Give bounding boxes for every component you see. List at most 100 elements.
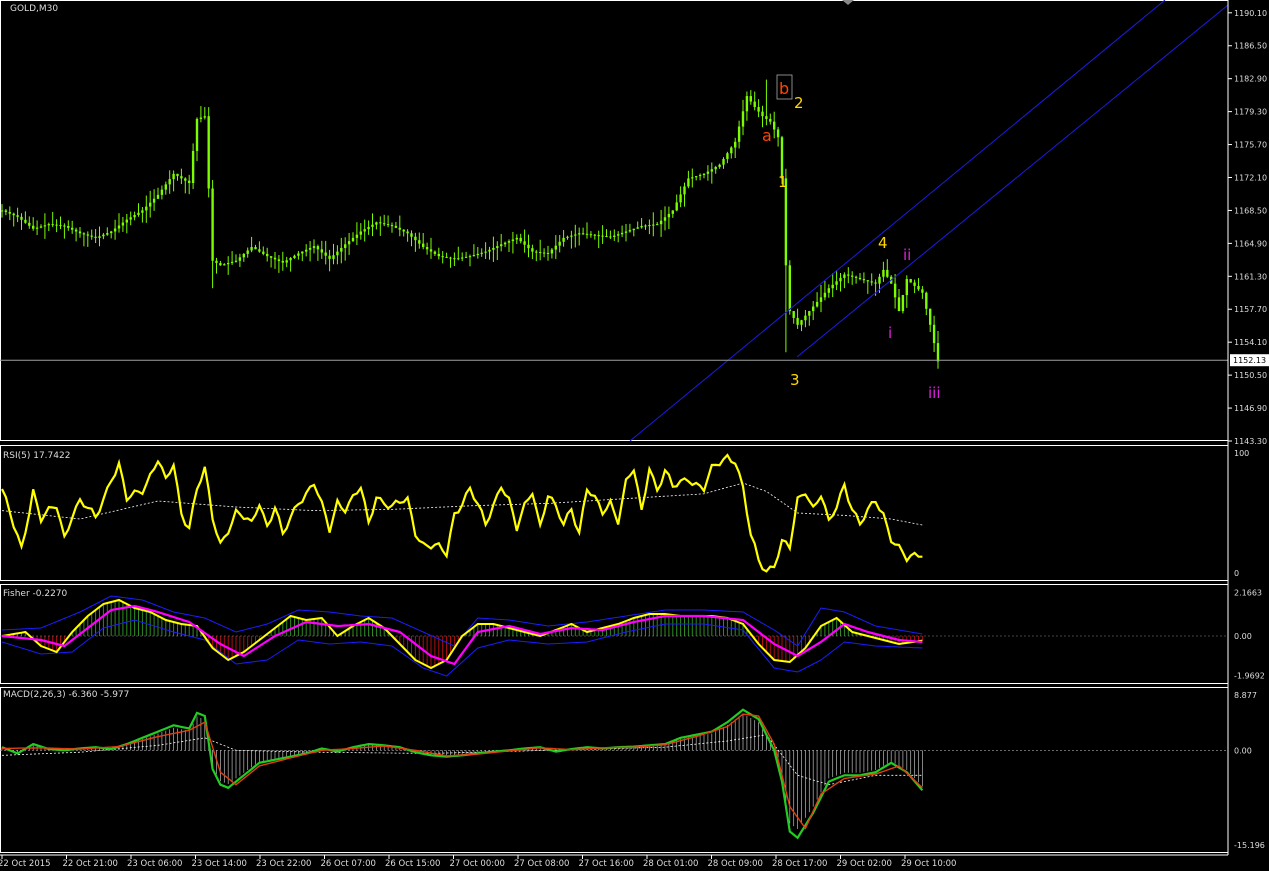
wave-ii-label: ii bbox=[903, 246, 911, 264]
channel-lower-line bbox=[796, 4, 1229, 358]
candle-body bbox=[82, 233, 86, 235]
time-tick-label: 27 Oct 16:00 bbox=[579, 859, 634, 867]
candle-body bbox=[301, 251, 304, 254]
candle-body bbox=[769, 118, 772, 122]
indicator-tick-label: 2.1663 bbox=[1234, 589, 1262, 598]
candle-body bbox=[78, 231, 82, 234]
candle-body bbox=[172, 173, 175, 180]
price-tick-label: 1186.50 bbox=[1234, 42, 1267, 51]
candle-body bbox=[776, 129, 780, 138]
candle-body bbox=[566, 236, 569, 238]
price-tick-label: 1161.30 bbox=[1234, 272, 1267, 281]
candle-body bbox=[523, 241, 526, 245]
candle-body bbox=[527, 244, 530, 249]
candle-body bbox=[640, 225, 643, 228]
candle-body bbox=[589, 234, 593, 236]
candle-body bbox=[156, 194, 160, 199]
time-tick-label: 29 Oct 02:00 bbox=[837, 859, 892, 867]
candle-body bbox=[312, 246, 316, 248]
chart-canvas[interactable]: 1190.10 1186.50 1182.90 1179.30 1175.70 1172.… bbox=[0, 0, 1269, 869]
candle-body bbox=[47, 224, 50, 226]
macd-panel bbox=[0, 708, 1228, 840]
candle-body bbox=[581, 233, 585, 235]
candle-body bbox=[854, 276, 858, 278]
candle-body bbox=[433, 251, 437, 254]
candle-body bbox=[714, 166, 717, 170]
candle-body bbox=[472, 255, 476, 257]
candle-body bbox=[901, 295, 905, 312]
candle-body bbox=[893, 283, 897, 298]
candle-body bbox=[667, 213, 671, 218]
candle-body bbox=[145, 206, 148, 211]
candle-body bbox=[617, 234, 620, 236]
wave-3-label: 3 bbox=[790, 371, 800, 389]
candle-body bbox=[784, 178, 788, 266]
candle-body bbox=[710, 169, 713, 172]
candle-body bbox=[340, 247, 343, 252]
candle-body bbox=[449, 257, 452, 259]
candle-body bbox=[71, 227, 74, 230]
candle-body bbox=[110, 231, 113, 234]
candle-body bbox=[137, 212, 140, 216]
candle-body bbox=[293, 255, 296, 259]
candle-body bbox=[51, 224, 54, 226]
candle-body bbox=[726, 153, 729, 159]
candle-body bbox=[445, 256, 448, 258]
candle-body bbox=[593, 234, 596, 236]
candle-body bbox=[800, 320, 803, 325]
price-tick-label: 1179.30 bbox=[1234, 108, 1267, 117]
price-tick-label: 1143.30 bbox=[1234, 437, 1267, 446]
candle-body bbox=[812, 306, 815, 312]
candle-body bbox=[316, 246, 320, 250]
candle-body bbox=[180, 176, 183, 179]
candle-body bbox=[515, 237, 518, 240]
candle-body bbox=[254, 247, 257, 250]
candle-body bbox=[129, 217, 132, 220]
candle-body bbox=[831, 284, 834, 289]
candle-body bbox=[359, 231, 362, 235]
candle-body bbox=[422, 243, 425, 248]
labels: GOLD,M30 RSI(5) 17.7422 Fisher -0.2270 M… bbox=[3, 4, 941, 700]
candle-body bbox=[238, 257, 242, 261]
candle-body bbox=[332, 255, 335, 259]
candle-body bbox=[636, 227, 639, 229]
candle-body bbox=[379, 222, 382, 224]
candle-body bbox=[184, 178, 187, 181]
price-tick-label: 1157.70 bbox=[1234, 305, 1267, 314]
time-tick-label: 23 Oct 22:00 bbox=[256, 859, 311, 867]
candle-body bbox=[355, 234, 359, 238]
indicator-tick-label: 0 bbox=[1234, 569, 1239, 578]
candle-body bbox=[718, 164, 721, 167]
candle-body bbox=[929, 308, 932, 325]
candle-body bbox=[4, 210, 8, 213]
candle-body bbox=[496, 246, 499, 248]
candle-body bbox=[457, 258, 460, 260]
candle-body bbox=[215, 260, 218, 264]
macd-line bbox=[1, 708, 924, 840]
wave-1-label: 1 bbox=[778, 173, 788, 191]
candle-body bbox=[367, 226, 370, 230]
panel-frames bbox=[0, 0, 1229, 853]
time-tick-label: 22 Oct 2015 bbox=[0, 859, 51, 867]
fisher-line bbox=[1, 598, 923, 670]
candle-body bbox=[32, 225, 35, 229]
candle-body bbox=[305, 249, 308, 252]
candle-body bbox=[488, 249, 491, 252]
trading-chart[interactable]: 1190.10 1186.50 1182.90 1179.30 1175.70 1172.… bbox=[0, 0, 1269, 869]
candle-body bbox=[344, 244, 347, 248]
candle-body bbox=[663, 217, 667, 221]
candle-body bbox=[59, 225, 62, 227]
candle-body bbox=[176, 173, 179, 177]
candle-body bbox=[749, 96, 752, 102]
candle-body bbox=[671, 210, 674, 214]
candle-body bbox=[207, 116, 210, 189]
candle-body bbox=[585, 233, 589, 235]
candle-body bbox=[632, 228, 635, 231]
candle-body bbox=[624, 231, 628, 233]
candle-body bbox=[741, 111, 745, 127]
candle-body bbox=[191, 150, 195, 183]
candle-body bbox=[106, 233, 109, 235]
candle-body bbox=[12, 213, 15, 216]
candle-body bbox=[211, 188, 214, 261]
candle-body bbox=[149, 202, 152, 207]
